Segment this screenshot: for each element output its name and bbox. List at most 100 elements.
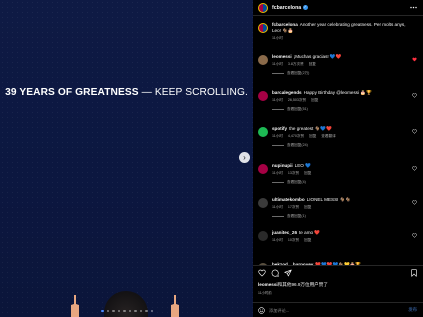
reply-button[interactable]: 回复 xyxy=(309,62,316,66)
like-icon[interactable] xyxy=(258,269,266,277)
comment-text: the greatest 🐐💙❤️ xyxy=(289,125,332,131)
like-icon[interactable] xyxy=(412,233,417,238)
avatar[interactable] xyxy=(258,2,268,13)
comments-list[interactable]: fcbarcelona Another year celebrating grea… xyxy=(253,17,423,265)
like-icon[interactable] xyxy=(412,129,417,134)
view-replies[interactable]: 查看回复(4) xyxy=(272,180,409,185)
comment-likes[interactable]: 4,470次赞 xyxy=(288,134,304,138)
verified-icon: ✓ xyxy=(302,5,308,10)
view-replies[interactable]: 查看回复(24) xyxy=(272,143,409,148)
avatar[interactable] xyxy=(258,198,268,209)
avatar[interactable] xyxy=(258,55,268,66)
comment-row: nupinupii LEO 💙 11小时 13次赞 回复查看回复(4) xyxy=(258,163,421,185)
avatar[interactable] xyxy=(258,23,268,33)
likes-summary: leomessi和其他96.9万位用户赞了 xyxy=(258,282,328,288)
like-icon[interactable] xyxy=(412,93,417,98)
avatar[interactable] xyxy=(258,231,268,242)
comment-username[interactable]: leomessi xyxy=(272,54,292,59)
more-options-icon[interactable] xyxy=(410,6,417,9)
comment-row: juanitec_26 te amo ❤️ 11小时 10次赞 回复 xyxy=(258,230,421,243)
replies-label[interactable]: 查看回复(1) xyxy=(287,214,306,219)
post-header: fcbarcelona ✓ xyxy=(253,0,423,16)
reply-button[interactable]: 回复 xyxy=(309,134,316,138)
comment-text: LIONEL MESSI 🐐🐐 xyxy=(306,197,352,203)
like-icon[interactable] xyxy=(412,200,417,205)
comment-likes[interactable]: 17次赞 xyxy=(288,205,299,209)
caption: fcbarcelona Another year celebrating grea… xyxy=(258,22,421,41)
replies-label[interactable]: 查看回复(4) xyxy=(287,180,306,185)
comment-row: barcalegends Happy Birthday @leomessi 🎂🏆 1… xyxy=(258,90,421,112)
comment-likes[interactable]: 13次赞 xyxy=(288,171,299,175)
comment-composer: 发布 xyxy=(253,302,423,317)
save-icon[interactable] xyxy=(410,269,418,277)
reply-button[interactable]: 回复 xyxy=(304,205,311,209)
carousel-indicator xyxy=(101,309,153,312)
media-pattern xyxy=(0,0,253,317)
avatar[interactable] xyxy=(258,90,268,101)
comment-username[interactable]: barcalegends xyxy=(272,90,302,95)
post-button[interactable]: 发布 xyxy=(408,307,417,313)
view-replies[interactable]: 查看回复(51) xyxy=(272,107,409,112)
comment-row: ultimatekombo LIONEL MESSI 🐐🐐 11小时 17次赞 回复查看… xyxy=(258,197,421,219)
comments-panel: fcbarcelona ✓ fcbarcelona Another year ce… xyxy=(253,0,423,317)
avatar[interactable] xyxy=(258,163,268,174)
reply-button[interactable]: 回复 xyxy=(304,238,311,242)
carousel-dot xyxy=(101,309,104,312)
comment-input[interactable] xyxy=(269,307,389,313)
view-replies[interactable]: 查看回复(1) xyxy=(272,214,409,219)
post-media: 39 YEARS OF GREATNESS — KEEP SCROLLING. … xyxy=(0,0,253,317)
translate-link[interactable]: 查看翻译 xyxy=(321,134,335,138)
comment-time: 11小时 xyxy=(272,97,283,102)
comment-row: leomessi ¡Muchas gracias! 💙❤️ 11小时 3.8万次赞 回复… xyxy=(258,54,421,76)
caption-username[interactable]: fcbarcelona xyxy=(272,22,298,27)
avatar[interactable] xyxy=(258,126,268,137)
reply-button[interactable]: 回复 xyxy=(304,171,311,175)
comment-likes[interactable]: 3.8万次赞 xyxy=(288,62,304,66)
likes-text[interactable]: 和其他96.9万位用户赞了 xyxy=(278,282,328,287)
replies-label[interactable]: 查看回复(51) xyxy=(287,107,308,112)
like-icon[interactable] xyxy=(412,57,417,62)
pointing-hand-left xyxy=(71,295,79,317)
header-username[interactable]: fcbarcelona xyxy=(272,5,301,11)
headline-bold: 39 YEARS OF GREATNESS xyxy=(5,87,139,98)
post-headline: 39 YEARS OF GREATNESS — KEEP SCROLLING. xyxy=(0,87,253,98)
comment-time: 11小时 xyxy=(272,170,283,175)
comment-likes[interactable]: 10次赞 xyxy=(288,238,299,242)
comment-time: 11小时 xyxy=(272,205,283,210)
like-icon[interactable] xyxy=(412,166,417,171)
headline-rest: — KEEP SCROLLING. xyxy=(138,87,248,98)
comment-text: ¡Muchas gracias! 💙❤️ xyxy=(293,54,342,60)
carousel-dot xyxy=(112,309,115,312)
action-bar xyxy=(253,265,423,277)
carousel-dot xyxy=(106,309,109,312)
carousel-dot xyxy=(128,309,131,312)
comment-text: te amo ❤️ xyxy=(299,230,321,236)
carousel-dot xyxy=(123,309,126,312)
carousel-dot xyxy=(139,309,142,312)
pointing-hand-right xyxy=(171,295,179,317)
comment-username[interactable]: ultimatekombo xyxy=(272,197,305,202)
carousel-dot xyxy=(150,309,153,312)
comment-username[interactable]: nupinupii xyxy=(272,163,293,168)
comment-time: 11小时 xyxy=(272,133,283,138)
comment-text: LEO 💙 xyxy=(294,162,311,168)
view-replies[interactable]: 查看回复(2万) xyxy=(272,71,409,76)
next-icon[interactable]: › xyxy=(239,152,250,163)
share-icon[interactable] xyxy=(284,269,292,277)
comment-icon[interactable] xyxy=(271,269,279,277)
comment-likes[interactable]: 26,503次赞 xyxy=(288,98,306,102)
replies-label[interactable]: 查看回复(2万) xyxy=(287,71,309,76)
carousel-dot xyxy=(134,309,137,312)
comment-username[interactable]: spotify xyxy=(272,126,287,131)
replies-label[interactable]: 查看回复(24) xyxy=(287,143,308,148)
likes-username[interactable]: leomessi xyxy=(258,282,278,287)
comment-username[interactable]: juanitec_26 xyxy=(272,230,297,235)
reply-button[interactable]: 回复 xyxy=(311,98,318,102)
comment-text: Happy Birthday @leomessi 🎂🏆 xyxy=(303,89,372,95)
comment-row: spotify the greatest 🐐💙❤️ 11小时 4,470次赞 回复 查看翻… xyxy=(258,126,421,148)
post-time: 11小时前 xyxy=(258,291,272,295)
emoji-icon[interactable] xyxy=(258,306,265,314)
carousel-dot xyxy=(145,309,148,312)
carousel-dot xyxy=(117,309,120,312)
caption-time: 11小时 xyxy=(272,36,283,40)
